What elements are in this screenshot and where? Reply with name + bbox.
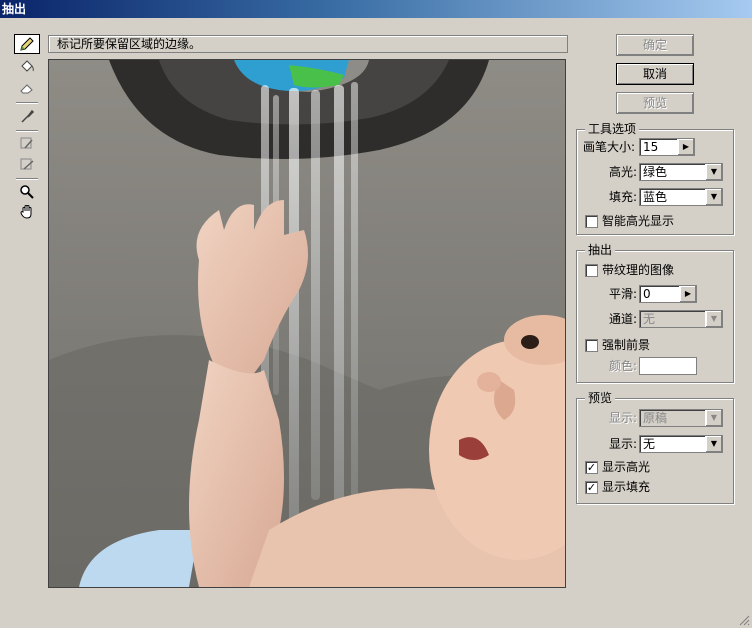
photo-preview [49, 60, 565, 587]
edge-touchup-tool[interactable] [14, 154, 40, 174]
fill-value: 蓝色 [643, 190, 668, 204]
hint-bar: 标记所要保留区域的边缘。 [48, 35, 568, 53]
preview-title: 预览 [585, 391, 616, 405]
chevron-down-icon[interactable]: ▼ [705, 189, 722, 205]
highlight-value: 绿色 [643, 165, 668, 179]
cancel-button[interactable]: 取消 [616, 63, 694, 85]
chevron-down-icon[interactable]: ▼ [705, 311, 722, 327]
smart-highlight-checkbox[interactable] [585, 215, 598, 228]
zoom-tool[interactable] [14, 182, 40, 202]
tool-separator [16, 102, 38, 104]
eraser-icon [20, 84, 33, 94]
smooth-label: 平滑: [608, 287, 637, 301]
tool-options-group: 工具选项 画笔大小: 15 ▶ 高光: 绿色 ▼ 填充: 蓝色 ▼ 智能高光显示 [576, 122, 734, 235]
chevron-down-icon[interactable]: ▼ [705, 410, 722, 426]
show-select[interactable]: 原稿 ▼ [639, 409, 723, 427]
resize-grip-icon[interactable] [738, 614, 750, 626]
window-title: 抽出 [2, 2, 27, 16]
fill-select[interactable]: 蓝色 ▼ [639, 188, 723, 206]
highlight-label: 高光: [608, 165, 637, 179]
channel-select[interactable]: 无 ▼ [639, 310, 723, 328]
textured-image-label[interactable]: 带纹理的图像 [602, 261, 674, 279]
fill-tool[interactable] [14, 56, 40, 76]
chevron-down-icon[interactable]: ▼ [705, 436, 722, 452]
show-fill-label[interactable]: 显示填充 [602, 478, 650, 496]
smooth-input[interactable]: 0 ▶ [639, 285, 697, 303]
textured-image-checkbox[interactable] [585, 264, 598, 277]
extract-dialog: 抽出 标记所要保留区域的边缘。 确定 取消 预览 工具选项 画笔大小: 15 ▶… [0, 0, 752, 628]
preview-button[interactable]: 预览 [616, 92, 694, 114]
tool-separator [16, 178, 38, 180]
hand-icon [20, 205, 32, 219]
extraction-group: 抽出 带纹理的图像 平滑: 0 ▶ 通道: 无 ▼ 强制前景 颜色: [576, 243, 734, 383]
channel-value: 无 [643, 312, 656, 326]
smooth-value: 0 [643, 287, 651, 301]
color-swatch[interactable] [639, 357, 697, 375]
chevron-right-icon[interactable]: ▶ [679, 286, 696, 302]
brush-size-label: 画笔大小: [583, 140, 636, 154]
edge-touchup-icon [20, 158, 34, 170]
show-fill-checkbox[interactable]: ✓ [585, 481, 598, 494]
brush-size-input[interactable]: 15 ▶ [639, 138, 695, 156]
ok-button[interactable]: 确定 [616, 34, 694, 56]
show-label: 显示: [608, 411, 637, 425]
hand-tool[interactable] [14, 202, 40, 222]
display-select[interactable]: 无 ▼ [639, 435, 723, 453]
eyedropper-icon [21, 109, 35, 123]
tool-separator [16, 130, 38, 132]
brush-size-value: 15 [643, 140, 659, 154]
cleanup-brush-icon [20, 137, 33, 149]
show-highlight-label[interactable]: 显示高光 [602, 458, 650, 476]
channel-label: 通道: [608, 312, 637, 326]
show-value: 原稿 [643, 411, 668, 425]
show-highlight-checkbox[interactable]: ✓ [585, 461, 598, 474]
tool-options-title: 工具选项 [585, 122, 640, 136]
chevron-right-icon[interactable]: ▶ [677, 139, 694, 155]
display-value: 无 [643, 437, 656, 451]
highlight-select[interactable]: 绿色 ▼ [639, 163, 723, 181]
force-foreground-checkbox[interactable] [585, 339, 598, 352]
hint-text: 标记所要保留区域的边缘。 [57, 37, 202, 51]
preview-group: 预览 显示: 原稿 ▼ 显示: 无 ▼ ✓ 显示高光 ✓ 显示填充 [576, 391, 734, 504]
extraction-title: 抽出 [585, 243, 616, 257]
chevron-down-icon[interactable]: ▼ [705, 164, 722, 180]
display-label: 显示: [608, 437, 637, 451]
color-label: 颜色: [608, 359, 637, 373]
image-canvas[interactable] [48, 59, 566, 588]
smart-highlight-label[interactable]: 智能高光显示 [602, 212, 674, 230]
highlighter-icon [20, 37, 34, 51]
edge-highlighter-tool[interactable] [14, 34, 40, 54]
eyedropper-tool[interactable] [14, 106, 40, 126]
force-foreground-label[interactable]: 强制前景 [602, 336, 650, 354]
title-bar: 抽出 [0, 0, 752, 18]
paint-bucket-icon [21, 60, 34, 72]
eraser-tool[interactable] [14, 78, 40, 98]
fill-label: 填充: [608, 190, 637, 204]
magnifier-icon [20, 185, 34, 199]
cleanup-tool[interactable] [14, 134, 40, 154]
